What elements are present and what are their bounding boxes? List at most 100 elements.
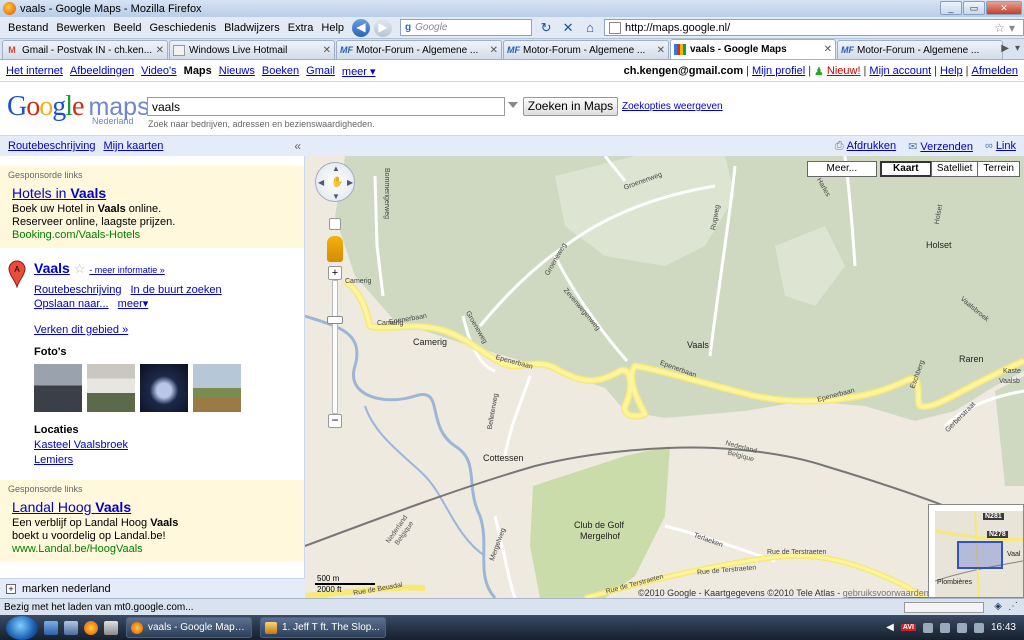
- taskbar-winamp-button[interactable]: 1. Jeff T ft. The Slop...: [260, 617, 386, 638]
- map-canvas[interactable]: Camerig Camerig Camerig Vaals Cottessen …: [305, 156, 1024, 598]
- tab-hotmail[interactable]: Windows Live Hotmail ✕: [169, 40, 335, 59]
- tray-expand-icon[interactable]: ◀: [886, 622, 894, 633]
- location-link[interactable]: Lemiers: [34, 454, 73, 466]
- resize-grip-icon[interactable]: ⋰: [1008, 601, 1018, 612]
- start-button[interactable]: [6, 615, 38, 640]
- quicklaunch-firefox-icon[interactable]: [84, 620, 98, 635]
- more-info-link[interactable]: - meer informatie »: [89, 265, 165, 275]
- my-profile-link[interactable]: Mijn profiel: [752, 65, 805, 78]
- gbar-books[interactable]: Boeken: [262, 65, 299, 78]
- gbar-maps[interactable]: Maps: [184, 65, 212, 78]
- save-to-link[interactable]: Opslaan naar...: [34, 298, 109, 310]
- print-link[interactable]: Afdrukken: [847, 140, 897, 152]
- tray-volume-icon[interactable]: [939, 622, 950, 633]
- tray-network-icon[interactable]: [922, 622, 933, 633]
- tray-app-icon[interactable]: [973, 622, 984, 633]
- menu-beeld[interactable]: Beeld: [109, 22, 145, 34]
- send-link[interactable]: Verzenden: [920, 141, 973, 153]
- overview-map[interactable]: N281 N278 Plombières Vaal: [928, 504, 1024, 598]
- status-plugin-icon[interactable]: ◈: [994, 601, 1002, 612]
- result-directions-link[interactable]: Routebeschrijving: [34, 284, 121, 296]
- tab-close-icon[interactable]: ✕: [490, 45, 498, 56]
- gbar-videos[interactable]: Video's: [141, 65, 177, 78]
- home-icon[interactable]: ⌂: [582, 20, 598, 36]
- tab-motorforum-2[interactable]: MF Motor-Forum - Algemene ... ✕: [503, 40, 669, 59]
- tab-list-icon[interactable]: ▾: [1015, 43, 1020, 54]
- search-options-link[interactable]: Zoekopties weergeven: [622, 101, 723, 112]
- result-title-link[interactable]: Vaals: [34, 260, 70, 276]
- photo-thumbnail[interactable]: [34, 364, 82, 412]
- zoom-slider-track[interactable]: [332, 280, 338, 414]
- tab-motorforum-1[interactable]: MF Motor-Forum - Algemene ... ✕: [336, 40, 502, 59]
- menu-geschiedenis[interactable]: Geschiedenis: [145, 22, 220, 34]
- map-type-terrain-button[interactable]: Terrein: [977, 161, 1020, 177]
- google-search-engine-icon[interactable]: g: [405, 22, 411, 33]
- zoom-in-button[interactable]: +: [328, 266, 342, 280]
- tab-close-icon[interactable]: ✕: [323, 45, 331, 56]
- zoom-slider-thumb[interactable]: [327, 316, 343, 324]
- terms-link[interactable]: gebruiksvoorwaarden: [843, 588, 929, 598]
- pan-up-icon[interactable]: ▲: [332, 164, 340, 173]
- gbar-images[interactable]: Afbeeldingen: [70, 65, 134, 78]
- close-window-button[interactable]: ✕: [986, 1, 1022, 15]
- zoom-reset-button[interactable]: [329, 218, 341, 230]
- ad-url[interactable]: www.Landal.be/HoogVaals: [12, 543, 292, 556]
- gbar-gmail[interactable]: Gmail: [306, 65, 335, 78]
- gbar-news[interactable]: Nieuws: [219, 65, 255, 78]
- bookmark-star-icon[interactable]: ☆: [994, 21, 1005, 35]
- photo-thumbnail[interactable]: [140, 364, 188, 412]
- my-maps-link[interactable]: Mijn kaarten: [103, 140, 163, 152]
- quicklaunch-app-icon[interactable]: [104, 620, 118, 635]
- stop-icon[interactable]: ✕: [560, 20, 576, 36]
- menu-bestand[interactable]: Bestand: [4, 22, 52, 34]
- pan-right-icon[interactable]: ▶: [347, 178, 353, 187]
- saved-map-label[interactable]: marken nederland: [22, 583, 111, 595]
- ad-title-link[interactable]: Hotels in Vaals: [12, 185, 106, 201]
- pan-left-icon[interactable]: ◀: [318, 178, 324, 187]
- link-link[interactable]: Link: [996, 140, 1016, 152]
- quicklaunch-explorer-icon[interactable]: [64, 620, 78, 635]
- directions-link[interactable]: Routebeschrijving: [8, 140, 95, 152]
- menu-extra[interactable]: Extra: [284, 22, 318, 34]
- tab-motorforum-3[interactable]: MF Motor-Forum - Algemene ...: [837, 40, 1003, 59]
- menu-bewerken[interactable]: Bewerken: [52, 22, 109, 34]
- map-type-satellite-button[interactable]: Satelliet: [930, 161, 979, 177]
- map-type-kaart-button[interactable]: Kaart: [879, 161, 932, 177]
- search-maps-button[interactable]: Zoeken in Maps: [523, 97, 618, 116]
- overview-viewport[interactable]: [957, 541, 1003, 569]
- map-type-more-button[interactable]: Meer...: [806, 161, 877, 177]
- location-link[interactable]: Kasteel Vaalsbroek: [34, 439, 128, 451]
- sign-out-link[interactable]: Afmelden: [972, 65, 1018, 78]
- explore-area-link[interactable]: Verken dit gebied »: [34, 324, 128, 336]
- help-link[interactable]: Help: [940, 65, 963, 78]
- tab-close-icon[interactable]: ✕: [824, 44, 832, 55]
- maps-search-input[interactable]: vaals: [147, 97, 505, 116]
- tab-google-maps[interactable]: vaals - Google Maps ✕: [670, 39, 836, 59]
- taskbar-firefox-button[interactable]: vaals - Google Maps...: [126, 617, 252, 638]
- clock[interactable]: 16:43: [991, 622, 1016, 633]
- collapse-panel-icon[interactable]: «: [294, 139, 301, 153]
- tray-app-icon[interactable]: [956, 622, 967, 633]
- quicklaunch-desktop-icon[interactable]: [44, 620, 58, 635]
- tab-close-icon[interactable]: ✕: [156, 45, 164, 56]
- web-search-input[interactable]: g Google: [400, 19, 533, 36]
- photo-thumbnail[interactable]: [87, 364, 135, 412]
- reload-icon[interactable]: ↻: [538, 20, 554, 36]
- minimize-button[interactable]: _: [940, 1, 962, 15]
- my-account-link[interactable]: Mijn account: [869, 65, 931, 78]
- forward-button[interactable]: ▶: [374, 18, 393, 37]
- street-view-pegman-icon[interactable]: [327, 236, 343, 262]
- gbar-web[interactable]: Het internet: [6, 65, 63, 78]
- result-more-link[interactable]: meer▾: [118, 298, 149, 310]
- menu-help[interactable]: Help: [317, 22, 348, 34]
- photo-thumbnail[interactable]: [193, 364, 241, 412]
- expand-icon[interactable]: +: [6, 583, 16, 594]
- back-button[interactable]: ◀: [352, 18, 371, 37]
- url-text[interactable]: http://maps.google.nl/: [625, 22, 994, 34]
- map-pin-icon[interactable]: A: [8, 260, 26, 288]
- zoom-out-button[interactable]: −: [328, 414, 342, 428]
- search-nearby-link[interactable]: In de buurt zoeken: [131, 284, 222, 296]
- new-link[interactable]: Nieuw!: [827, 65, 861, 78]
- ad-url[interactable]: Booking.com/Vaals-Hotels: [12, 229, 292, 242]
- star-icon[interactable]: ☆: [74, 261, 86, 276]
